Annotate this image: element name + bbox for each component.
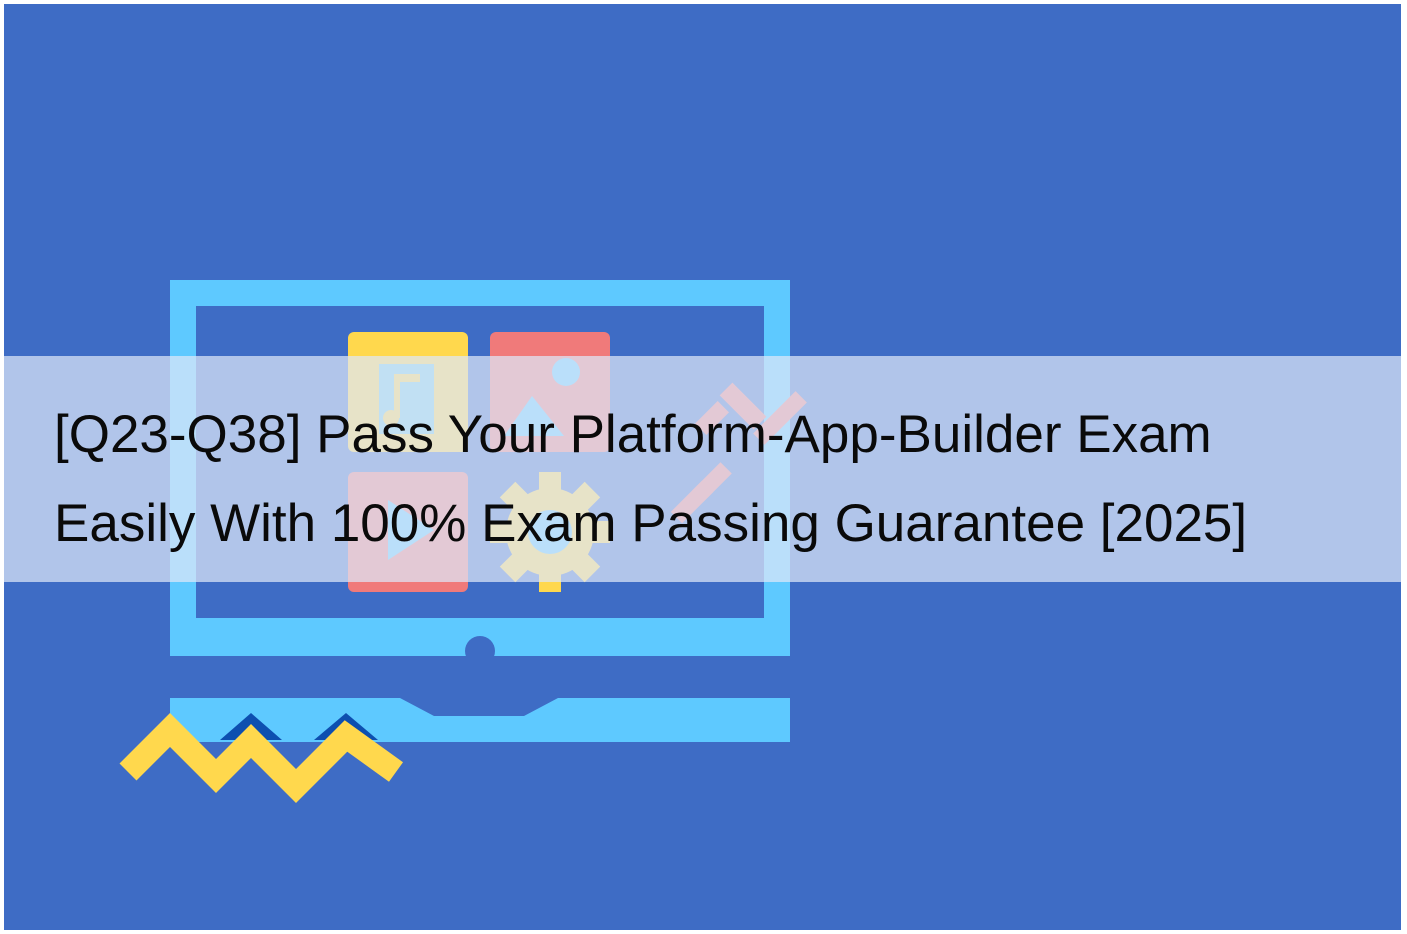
power-button-icon (465, 636, 495, 666)
page-title: [Q23-Q38] Pass Your Platform-App-Builder… (54, 405, 1248, 553)
banner-canvas: [Q23-Q38] Pass Your Platform-App-Builder… (4, 4, 1401, 930)
zigzag-decoration (119, 713, 404, 803)
